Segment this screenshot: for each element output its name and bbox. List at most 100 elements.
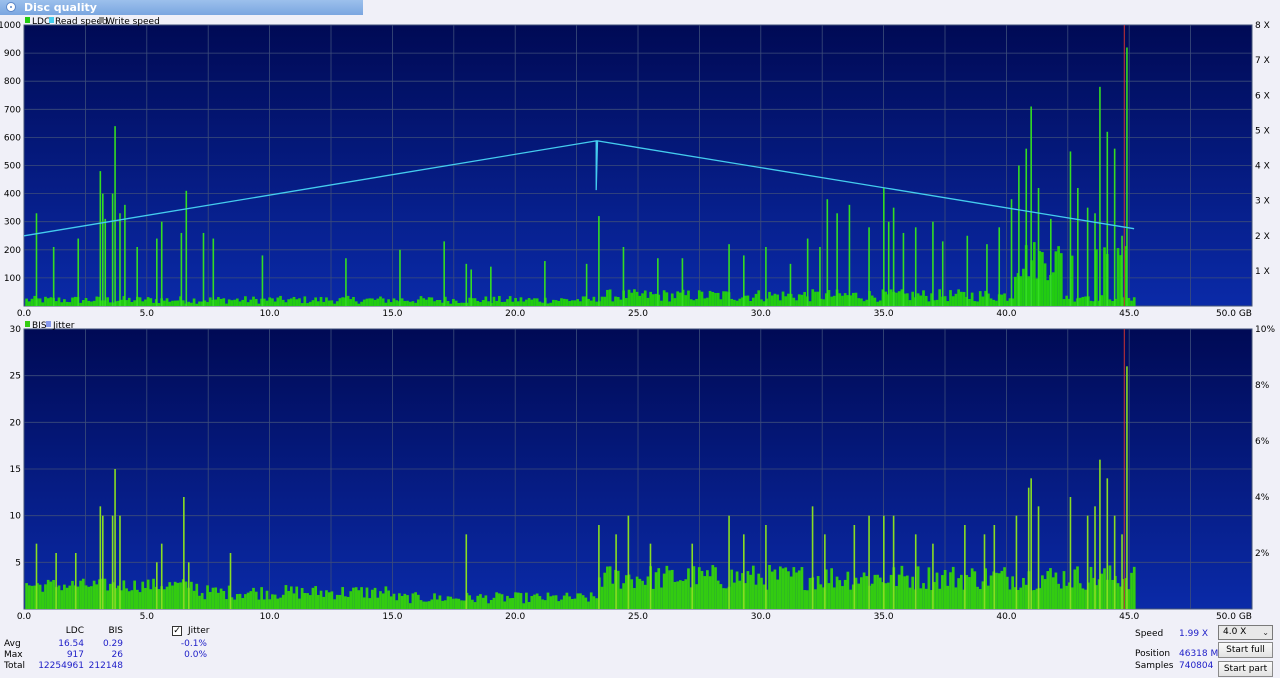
noise-bar — [141, 581, 145, 609]
noise-bar — [554, 595, 558, 609]
noise-bar — [1065, 585, 1069, 609]
noise-bar — [1073, 301, 1077, 306]
noise-bar — [68, 302, 72, 306]
jitter-checkbox[interactable]: ✓ — [172, 626, 182, 636]
noise-bar — [565, 299, 569, 306]
noise-bar — [654, 293, 658, 306]
error-spike — [806, 238, 809, 306]
y2-tick-label: 4 X — [1255, 162, 1270, 172]
noise-bar — [697, 567, 701, 609]
noise-bar — [176, 582, 180, 609]
noise-bar — [52, 580, 55, 609]
noise-bar — [843, 293, 847, 306]
noise-bar — [943, 296, 947, 306]
x-tick-label: 25.0 — [628, 309, 648, 319]
noise-bar — [506, 299, 509, 306]
noise-bar — [411, 593, 415, 609]
noise-bar — [403, 593, 407, 609]
noise-bar — [168, 582, 172, 609]
noise-bar — [433, 593, 436, 609]
noise-bar — [670, 293, 674, 306]
noise-bar — [606, 289, 609, 306]
noise-bar — [841, 586, 844, 609]
noise-bar — [1103, 568, 1106, 609]
total-bis: 212148 — [88, 661, 123, 671]
noise-bar — [641, 580, 644, 609]
noise-bar — [354, 587, 358, 609]
noise-bar — [878, 577, 882, 609]
noise-bar — [87, 300, 91, 306]
noise-bar — [660, 587, 663, 609]
noise-bar — [300, 588, 304, 609]
error-spike — [470, 269, 472, 306]
noise-bar — [287, 590, 290, 609]
noise-bar — [706, 297, 709, 306]
noise-bar — [603, 296, 607, 306]
noise-bar — [422, 601, 426, 609]
noise-bar — [500, 594, 504, 609]
noise-bar — [30, 585, 34, 609]
noise-bar — [352, 587, 355, 609]
noise-bar — [954, 587, 958, 609]
noise-bar — [165, 586, 169, 609]
noise-bar — [44, 296, 47, 306]
noise-bar — [827, 583, 831, 609]
noise-bar — [362, 299, 366, 306]
noise-bar — [700, 570, 704, 609]
noise-bar — [595, 301, 598, 306]
noise-bar — [1057, 583, 1060, 609]
noise-bar — [751, 297, 755, 306]
noise-bar — [1130, 300, 1133, 306]
noise-bar — [616, 570, 620, 609]
error-spike — [202, 232, 205, 306]
start-full-button[interactable]: Start full — [1218, 642, 1273, 658]
speed-select[interactable]: 4.0 X ⌄ — [1218, 625, 1273, 640]
noise-bar — [400, 298, 404, 306]
noise-bar — [770, 571, 774, 609]
noise-bar — [192, 298, 196, 306]
noise-bar — [506, 595, 509, 609]
max-jitter: 0.0% — [184, 650, 207, 660]
noise-bar — [733, 582, 736, 609]
noise-bar — [862, 572, 866, 609]
noise-bar — [306, 593, 309, 609]
noise-bar — [922, 583, 925, 609]
error-spike — [826, 199, 829, 306]
noise-bar — [751, 565, 755, 609]
noise-bar — [319, 296, 323, 306]
noise-bar — [481, 300, 485, 306]
noise-bar — [649, 291, 652, 306]
noise-bar — [27, 301, 31, 306]
noise-bar — [1005, 576, 1009, 609]
error-spike — [836, 213, 838, 306]
noise-bar — [138, 297, 142, 306]
noise-bar — [573, 300, 577, 306]
noise-bar — [970, 568, 974, 609]
noise-bar — [530, 596, 534, 609]
noise-bar — [133, 580, 136, 609]
noise-bar — [1019, 587, 1023, 609]
noise-bar — [144, 299, 147, 306]
noise-bar — [681, 580, 685, 609]
samples-value: 740804 — [1179, 661, 1214, 671]
x-tick-label: 15.0 — [382, 309, 402, 319]
noise-bar — [635, 576, 639, 609]
noise-bar — [719, 584, 723, 609]
noise-bar — [265, 300, 269, 306]
x-tick-label: 25.0 — [628, 612, 648, 622]
noise-bar — [214, 587, 218, 609]
noise-bar — [622, 583, 625, 609]
noise-bar — [746, 295, 750, 306]
noise-bar — [1022, 268, 1025, 306]
noise-bar — [195, 303, 199, 306]
start-part-button[interactable]: Start part — [1218, 661, 1273, 677]
noise-bar — [438, 595, 442, 609]
x-tick-label: 40.0 — [996, 309, 1016, 319]
error-spike — [649, 543, 652, 609]
y-tick-label: 100 — [4, 274, 21, 284]
noise-bar — [724, 588, 728, 609]
noise-bar — [514, 592, 517, 609]
noise-bar — [1046, 280, 1050, 306]
y-tick-label: 600 — [4, 133, 21, 143]
noise-bar — [238, 593, 242, 609]
